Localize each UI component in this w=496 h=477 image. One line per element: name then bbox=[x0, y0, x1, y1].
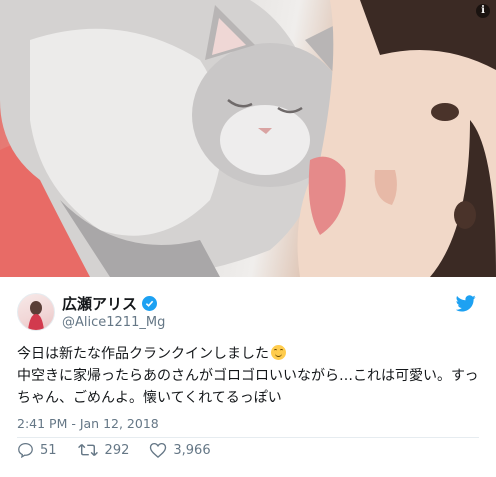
verified-badge-icon bbox=[142, 296, 158, 311]
reply-button[interactable]: 51 bbox=[17, 442, 57, 458]
retweet-count: 292 bbox=[104, 442, 130, 458]
like-button[interactable]: 3,966 bbox=[149, 442, 211, 458]
reply-icon bbox=[18, 442, 33, 458]
tweet-photo[interactable]: i bbox=[0, 0, 496, 277]
tweet-timestamp[interactable]: 2:41 PM - Jan 12, 2018 bbox=[17, 416, 159, 431]
twitter-bird-icon[interactable] bbox=[456, 295, 476, 312]
smile-emoji-icon bbox=[271, 345, 286, 360]
photo-illustration bbox=[0, 0, 496, 277]
display-name[interactable]: 広瀬アリス bbox=[62, 293, 137, 314]
like-icon bbox=[150, 442, 167, 458]
info-icon[interactable]: i bbox=[476, 4, 490, 18]
avatar[interactable] bbox=[17, 293, 55, 331]
retweet-button[interactable]: 292 bbox=[77, 442, 130, 458]
author-name-row[interactable]: 広瀬アリス bbox=[62, 293, 158, 314]
tweet-text-line1: 今日は新たな作品クランクインしました bbox=[17, 346, 269, 362]
reply-count: 51 bbox=[40, 442, 57, 458]
retweet-icon bbox=[77, 443, 98, 457]
tweet-text-line2: 中空きに家帰ったらあのさんがゴロゴロいいながら…これは可愛い。すっちゃん、ごめん… bbox=[17, 368, 479, 406]
action-bar: 51 292 3,966 bbox=[17, 442, 211, 458]
tweet-card: 広瀬アリス @Alice1211_Mg 今日は新たな作品クランクインしました 中… bbox=[0, 277, 496, 477]
user-handle[interactable]: @Alice1211_Mg bbox=[62, 315, 165, 330]
divider bbox=[17, 437, 479, 438]
tweet-text: 今日は新たな作品クランクインしました 中空きに家帰ったらあのさんがゴロゴロいいな… bbox=[17, 343, 482, 409]
avatar-image bbox=[28, 301, 44, 330]
like-count: 3,966 bbox=[173, 442, 211, 458]
